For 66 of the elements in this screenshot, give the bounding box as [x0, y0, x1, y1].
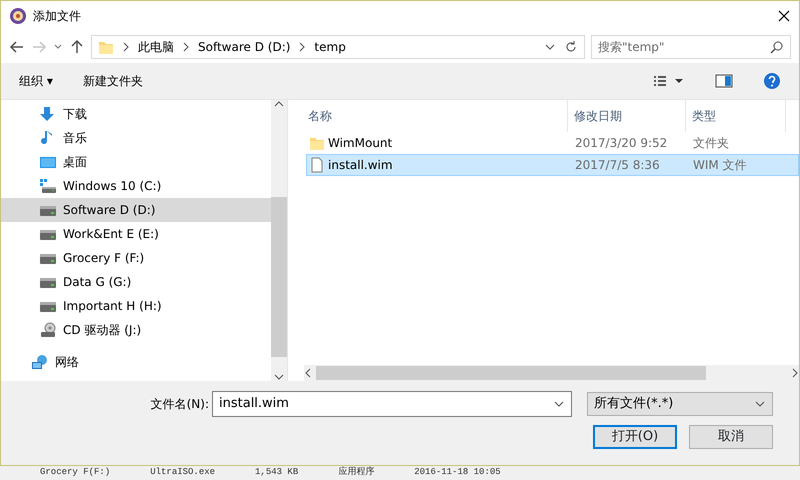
background-window-text: UltraISO.exe: [150, 466, 216, 480]
sidebar-item[interactable]: 桌面: [1, 150, 271, 174]
preview-pane-icon[interactable]: [715, 74, 733, 88]
sidebar-item[interactable]: 下载: [1, 102, 271, 126]
horizontal-scrollbar[interactable]: [304, 365, 799, 381]
cd-drive-icon: [39, 322, 57, 338]
new-folder-button[interactable]: 新建文件夹: [82, 72, 623, 90]
background-window-text: 1,543 KB: [255, 466, 298, 480]
app-logo-icon: [9, 7, 27, 25]
column-header[interactable]: 修改日期: [568, 100, 686, 132]
refresh-icon[interactable]: [564, 40, 578, 54]
file-name: install.wim: [328, 157, 393, 174]
file-type: 文件夹: [692, 135, 730, 152]
sidebar-item[interactable]: CD 驱动器 (J:): [1, 318, 271, 342]
file-date: 2017/7/5 8:36: [574, 157, 661, 174]
sidebar-item[interactable]: Important H (H:): [1, 294, 271, 318]
column-header[interactable]: 名称: [306, 100, 568, 132]
file-type: WIM 文件: [692, 157, 748, 174]
organize-menu[interactable]: 组织 ▾: [19, 72, 53, 90]
file-date: 2017/3/20 9:52: [574, 135, 668, 152]
search-field[interactable]: 搜索"temp": [591, 35, 791, 59]
open-button[interactable]: 打开(O): [593, 425, 677, 449]
chevron-icon: [122, 42, 130, 52]
file-row[interactable]: WimMount 2017/3/20 9:52 文件夹: [306, 132, 799, 154]
chevron-icon: [182, 42, 190, 52]
breadcrumb-item[interactable]: 此电脑: [138, 38, 174, 56]
scroll-down-icon[interactable]: [274, 373, 284, 381]
help-icon[interactable]: [763, 72, 781, 90]
file-name: WimMount: [328, 135, 392, 152]
folder-icon: [309, 135, 325, 151]
address-bar[interactable]: 此电脑 Software D (D:) temp: [91, 35, 585, 59]
column-header[interactable]: 类型: [686, 100, 786, 132]
background-window-text: Grocery F(F:): [40, 466, 110, 480]
sidebar-item[interactable]: Software D (D:): [1, 198, 271, 222]
sidebar-item[interactable]: Grocery F (F:): [1, 246, 271, 270]
filename-label: 文件名(N):: [150, 396, 209, 413]
scroll-left-icon[interactable]: [304, 368, 312, 378]
back-arrow-icon[interactable]: [9, 39, 25, 55]
sidebar-item[interactable]: 音乐: [1, 126, 271, 150]
filename-field[interactable]: install.wim: [212, 391, 572, 417]
file-type-dropdown[interactable]: 所有文件(*.*): [587, 392, 773, 416]
chevron-icon: [298, 42, 306, 52]
breadcrumb-item[interactable]: Software D (D:): [198, 38, 290, 56]
file-row[interactable]: install.wim 2017/7/5 8:36 WIM 文件: [306, 154, 799, 176]
folder-icon: [98, 39, 114, 55]
window-title: 添加文件: [33, 8, 82, 25]
sidebar-item[interactable]: Work&Ent E (E:): [1, 222, 271, 246]
sidebar-item[interactable]: Data G (G:): [1, 270, 271, 294]
sidebar-item[interactable]: 网络: [1, 350, 271, 374]
file-icon: [309, 157, 325, 173]
view-options-icon[interactable]: [653, 75, 685, 87]
download-arrow-icon: [39, 106, 57, 122]
search-icon[interactable]: [770, 40, 784, 54]
background-window-text: 2016-11-18 10:05: [414, 466, 501, 480]
scroll-right-icon[interactable]: [791, 368, 799, 378]
network-icon: [31, 354, 49, 370]
up-arrow-icon[interactable]: [69, 39, 85, 55]
drive-icon: [39, 178, 57, 194]
close-icon[interactable]: [777, 9, 791, 23]
desktop-icon: [39, 154, 57, 170]
sidebar-item[interactable]: Windows 10 (C:): [1, 174, 271, 198]
background-window-text: 应用程序: [338, 466, 374, 480]
vertical-scrollbar[interactable]: [271, 100, 287, 381]
scroll-up-icon[interactable]: [274, 100, 284, 108]
breadcrumb-item[interactable]: temp: [314, 38, 346, 56]
cancel-button[interactable]: 取消: [689, 425, 773, 449]
